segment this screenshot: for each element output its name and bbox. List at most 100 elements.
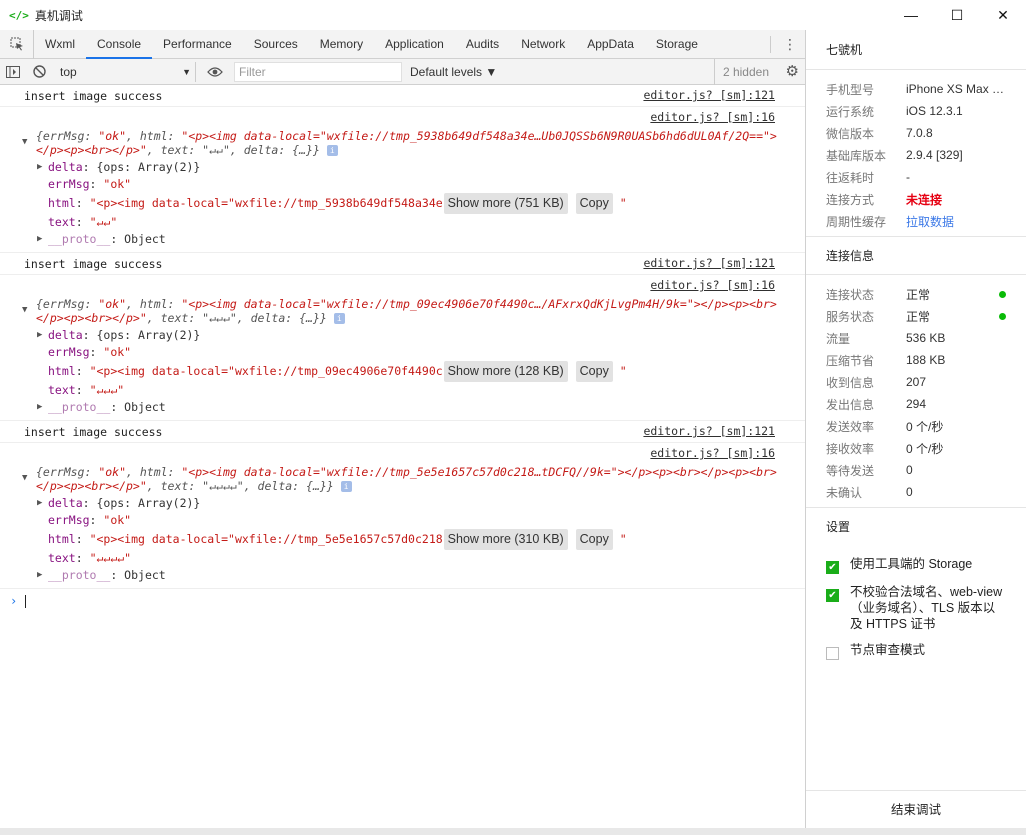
info-icon[interactable]: i (333, 313, 345, 324)
show-more-button[interactable]: Show more (751 KB) (443, 193, 568, 214)
tab-application[interactable]: Application (374, 30, 455, 59)
info-row: 等待发送 0 (826, 459, 1026, 481)
source-link[interactable]: editor.js? [sm]:121 (643, 256, 775, 270)
window-bottom-edge (0, 828, 1026, 835)
preview-key: , html: (126, 129, 182, 143)
checkbox-unchecked-icon[interactable] (826, 647, 839, 660)
prop-value: "↵↵↵↵" (89, 551, 132, 565)
info-row: 未确认 0 (826, 481, 1026, 503)
prop-key: delta (48, 328, 83, 342)
object-preview[interactable]: ▼ {errMsg: "ok", html: "<p><img data-loca… (22, 297, 781, 325)
checkbox-checked-icon[interactable]: ✔ (826, 589, 839, 602)
show-more-button[interactable]: Show more (310 KB) (443, 529, 568, 550)
setting-label: 不校验合法域名、web-view（业务域名）、TLS 版本以及 HTTPS 证书 (850, 585, 1003, 631)
maximize-button[interactable]: ☐ (934, 0, 980, 30)
expand-arrow-icon[interactable]: ▶ (37, 567, 42, 584)
console-prompt[interactable]: › (0, 589, 805, 609)
expand-arrow-icon[interactable]: ▼ (22, 135, 27, 149)
info-icon[interactable]: i (326, 145, 338, 156)
object-preview[interactable]: ▼ {errMsg: "ok", html: "<p><img data-loca… (22, 129, 781, 157)
expand-arrow-icon[interactable]: ▼ (22, 303, 27, 317)
fetch-data-link[interactable]: 拉取数据 (906, 213, 954, 230)
expand-arrow-icon[interactable]: ▶ (37, 327, 42, 344)
setting-item[interactable]: 节点审查模式 (806, 632, 1026, 660)
tab-appdata[interactable]: AppData (576, 30, 645, 59)
inspect-element-icon[interactable] (0, 29, 34, 59)
expand-arrow-icon[interactable]: ▶ (37, 399, 42, 416)
setting-item[interactable]: ✔ 使用工具端的 Storage (806, 546, 1026, 574)
expand-arrow-icon[interactable]: ▶ (37, 159, 42, 176)
info-label: 手机型号 (826, 82, 875, 97)
prop-delta[interactable]: ▶ delta: {ops: Array(2)} (24, 495, 781, 512)
toggle-sidebar-icon[interactable] (0, 59, 26, 85)
close-button[interactable]: ✕ (980, 0, 1026, 30)
filter-input[interactable]: Filter (234, 61, 402, 82)
object-preview[interactable]: ▼ {errMsg: "ok", html: "<p><img data-loca… (22, 465, 781, 493)
prop-proto[interactable]: ▶ __proto__: Object (24, 231, 781, 248)
end-debug-button[interactable]: 结束调试 (806, 790, 1026, 828)
source-link[interactable]: editor.js? [sm]:16 (650, 278, 775, 292)
info-value: iOS 12.3.1 (906, 104, 963, 118)
prop-errmsg: errMsg: "ok" (48, 513, 132, 527)
log-message: insert image success editor.js? [sm]:121 (0, 421, 805, 443)
checkbox-checked-icon[interactable]: ✔ (826, 561, 839, 574)
more-menu-icon[interactable]: ⋮ (783, 30, 797, 59)
source-link[interactable]: editor.js? [sm]:16 (650, 110, 775, 124)
prop-value: {ops: Array(2)} (96, 160, 201, 174)
info-row: 基础库版本 2.9.4 [329] (826, 144, 1026, 166)
context-value: top (60, 64, 77, 79)
expand-arrow-icon[interactable]: ▶ (37, 231, 42, 248)
tab-audits[interactable]: Audits (455, 30, 510, 59)
preview-key: , html: (126, 297, 182, 311)
prop-delta[interactable]: ▶ delta: {ops: Array(2)} (24, 159, 781, 176)
source-link[interactable]: editor.js? [sm]:121 (643, 424, 775, 438)
info-row: 往返耗时 - (826, 166, 1026, 188)
expand-arrow-icon[interactable]: ▶ (37, 495, 42, 512)
source-link[interactable]: editor.js? [sm]:16 (650, 446, 775, 460)
prop-text: text: "↵↵↵" (48, 383, 125, 397)
source-link[interactable]: editor.js? [sm]:121 (643, 88, 775, 102)
copy-button[interactable]: Copy (575, 361, 613, 382)
info-value: 正常 (906, 287, 931, 302)
code-brackets-icon: </> (9, 8, 29, 22)
prop-value: "↵↵" (89, 215, 118, 229)
log-message: insert image success editor.js? [sm]:121 (0, 85, 805, 107)
prop-key: errMsg (48, 177, 90, 191)
chevron-right-icon: › (10, 594, 18, 608)
prop-key: html (48, 364, 76, 378)
expand-arrow-icon[interactable]: ▼ (22, 471, 27, 485)
tab-storage[interactable]: Storage (645, 30, 709, 59)
context-select[interactable]: top ▼ (56, 61, 196, 82)
tab-wxml[interactable]: Wxml (34, 30, 86, 59)
prop-proto[interactable]: ▶ __proto__: Object (24, 399, 781, 416)
tab-network[interactable]: Network (510, 30, 576, 59)
tab-performance[interactable]: Performance (152, 30, 243, 59)
tab-console[interactable]: Console (86, 30, 153, 59)
copy-button[interactable]: Copy (575, 529, 613, 550)
prop-errmsg: errMsg: "ok" (48, 177, 132, 191)
copy-button[interactable]: Copy (575, 193, 613, 214)
prop-value: " (619, 532, 627, 546)
show-more-button[interactable]: Show more (128 KB) (443, 361, 568, 382)
info-value: 未连接 (906, 192, 943, 207)
prop-proto[interactable]: ▶ __proto__: Object (24, 567, 781, 584)
minimize-button[interactable]: — (888, 0, 934, 30)
gear-icon[interactable]: ⚙ (786, 62, 799, 80)
clear-console-icon[interactable] (26, 59, 52, 85)
preview-key: , text: "↵↵", delta: {…}} (146, 143, 320, 157)
tab-sources[interactable]: Sources (243, 30, 309, 59)
info-value: 0 (906, 463, 913, 477)
preview-value: "ok" (98, 297, 127, 311)
info-label: 接收效率 (826, 441, 875, 456)
eye-icon[interactable] (202, 59, 228, 85)
info-icon[interactable]: i (340, 481, 352, 492)
tab-memory[interactable]: Memory (309, 30, 374, 59)
info-label: 基础库版本 (826, 148, 887, 163)
setting-item[interactable]: ✔ 不校验合法域名、web-view（业务域名）、TLS 版本以及 HTTPS 证… (806, 574, 1026, 632)
prop-key: html (48, 532, 76, 546)
prop-key: text (48, 383, 76, 397)
info-label: 周期性缓存 (826, 214, 887, 229)
log-levels-dropdown[interactable]: Default levels ▼ (410, 65, 497, 79)
prop-delta[interactable]: ▶ delta: {ops: Array(2)} (24, 327, 781, 344)
prop-key: text (48, 551, 76, 565)
